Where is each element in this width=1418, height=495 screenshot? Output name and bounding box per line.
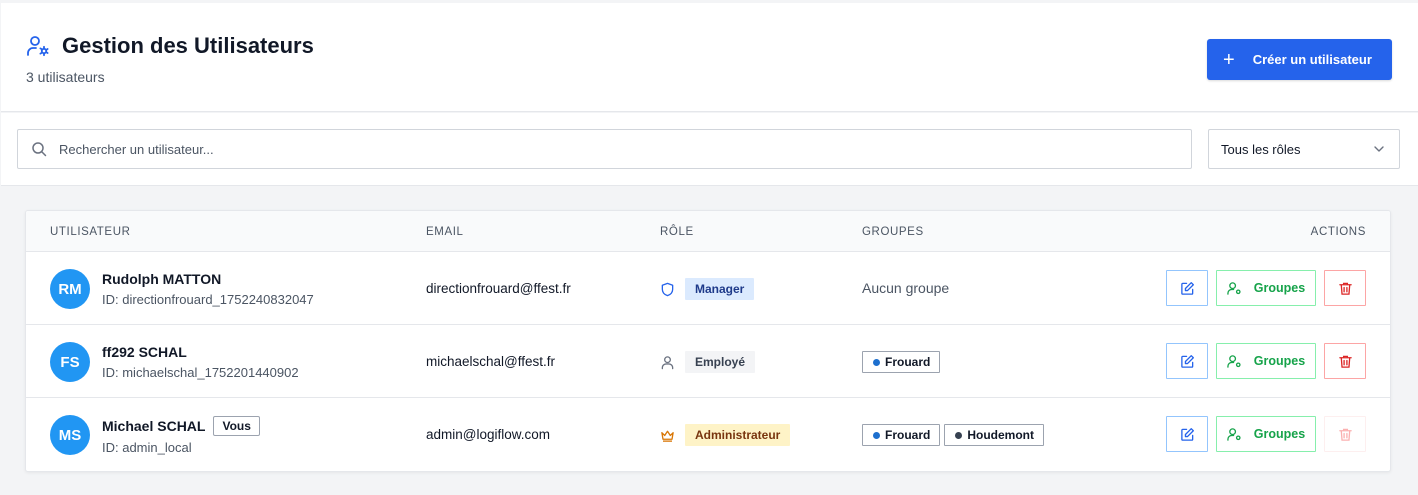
column-header-email: EMAIL <box>426 226 464 238</box>
user-icon <box>660 355 675 370</box>
user-name: ff292 SCHAL <box>102 344 187 360</box>
edit-button[interactable] <box>1166 416 1208 452</box>
trash-icon <box>1338 281 1353 296</box>
users-table: UTILISATEUR EMAIL RÔLE GROUPES ACTIONS R… <box>25 210 1391 472</box>
role-filter-select[interactable]: Tous les rôles <box>1208 129 1400 169</box>
user-cog-icon <box>1227 354 1242 369</box>
groups-button-label: Groupes <box>1253 427 1306 441</box>
role-badge: Manager <box>685 278 755 300</box>
page-title: Gestion des Utilisateurs <box>62 33 314 58</box>
delete-button[interactable] <box>1324 343 1366 379</box>
no-group-text: Aucun groupe <box>862 280 950 296</box>
edit-button[interactable] <box>1166 343 1208 379</box>
table-row: RM Rudolph MATTON ID: directionfrouard_1… <box>26 252 1390 325</box>
trash-icon <box>1338 427 1353 442</box>
group-dot <box>955 431 963 439</box>
user-cog-icon <box>1227 427 1242 442</box>
groups-button-label: Groupes <box>1253 281 1306 295</box>
role-cell: Administrateur <box>660 424 791 446</box>
user-name: Michael SCHAL Vous <box>102 416 260 436</box>
role-cell: Manager <box>660 278 755 300</box>
group-name: Frouard <box>885 355 931 369</box>
delete-button-disabled <box>1324 416 1366 452</box>
create-user-button[interactable]: + Créer un utilisateur <box>1207 39 1392 80</box>
page-header: Gestion des Utilisateurs 3 utilisateurs … <box>1 3 1418 112</box>
search-box[interactable] <box>17 129 1192 169</box>
user-name: Rudolph MATTON <box>102 271 221 287</box>
user-email: michaelschal@ffest.fr <box>426 354 556 369</box>
table-row: MS Michael SCHAL Vous ID: admin_local ad… <box>26 398 1390 471</box>
groups-cell: Frouard Houdemont <box>862 424 1044 446</box>
group-dot <box>873 358 880 366</box>
group-chip: Frouard <box>862 424 941 446</box>
role-badge: Administrateur <box>685 424 791 446</box>
current-user-badge: Vous <box>213 416 260 436</box>
group-name: Houdemont <box>967 428 1034 442</box>
user-count: 3 utilisateurs <box>26 69 105 85</box>
groups-cell: Frouard <box>862 351 941 373</box>
filter-toolbar: Tous les rôles <box>1 113 1418 186</box>
create-user-label: Créer un utilisateur <box>1252 52 1372 67</box>
column-header-role: RÔLE <box>660 226 694 238</box>
edit-icon <box>1180 354 1195 369</box>
avatar: RM <box>50 269 90 309</box>
user-name-text: Rudolph MATTON <box>102 271 222 287</box>
shield-icon <box>660 282 675 297</box>
group-name: Frouard <box>885 428 931 442</box>
user-id: ID: admin_local <box>102 440 192 455</box>
user-email: directionfrouard@ffest.fr <box>426 281 571 296</box>
search-input[interactable] <box>59 141 1191 157</box>
crown-icon <box>660 428 675 443</box>
groups-button-label: Groupes <box>1253 354 1306 368</box>
row-actions: Groupes <box>1166 416 1366 452</box>
user-id: ID: directionfrouard_1752240832047 <box>102 292 314 307</box>
trash-icon <box>1338 354 1353 369</box>
role-cell: Employé <box>660 351 756 373</box>
column-header-groups: GROUPES <box>862 226 924 238</box>
user-name-text: ff292 SCHAL <box>102 344 187 360</box>
plus-icon: + <box>1223 48 1235 71</box>
title-row: Gestion des Utilisateurs <box>26 33 314 59</box>
row-actions: Groupes <box>1166 343 1366 379</box>
table-header: UTILISATEUR EMAIL RÔLE GROUPES ACTIONS <box>26 211 1390 252</box>
group-chip: Houdemont <box>944 424 1044 446</box>
group-dot <box>873 431 880 439</box>
manage-groups-button[interactable]: Groupes <box>1216 416 1316 452</box>
user-email: admin@logiflow.com <box>426 427 551 442</box>
user-cog-icon <box>1227 281 1242 296</box>
delete-button[interactable] <box>1324 270 1366 306</box>
user-id: ID: michaelschal_1752201440902 <box>102 365 299 380</box>
edit-icon <box>1180 281 1195 296</box>
manage-groups-button[interactable]: Groupes <box>1216 270 1316 306</box>
edit-icon <box>1180 427 1195 442</box>
search-icon <box>31 141 47 157</box>
table-row: FS ff292 SCHAL ID: michaelschal_17522014… <box>26 325 1390 398</box>
avatar: MS <box>50 415 90 455</box>
row-actions: Groupes <box>1166 270 1366 306</box>
user-settings-icon <box>26 34 50 58</box>
role-badge: Employé <box>685 351 756 373</box>
avatar: FS <box>50 342 90 382</box>
groups-cell: Aucun groupe <box>862 278 949 296</box>
group-chip: Frouard <box>862 351 941 373</box>
role-filter-value: Tous les rôles <box>1221 141 1301 157</box>
column-header-user: UTILISATEUR <box>50 226 131 238</box>
column-header-actions: ACTIONS <box>1310 226 1366 238</box>
chevron-down-icon <box>1373 143 1385 155</box>
manage-groups-button[interactable]: Groupes <box>1216 343 1316 379</box>
user-name-text: Michael SCHAL <box>102 418 206 434</box>
edit-button[interactable] <box>1166 270 1208 306</box>
